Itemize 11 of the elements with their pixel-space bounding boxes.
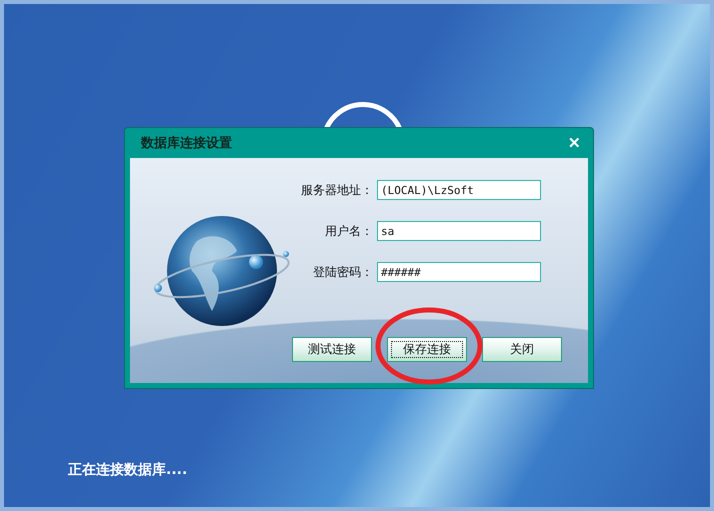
dialog-button[interactable]: 测试连接 <box>292 337 372 362</box>
input-field[interactable]: ###### <box>377 262 541 282</box>
input-field[interactable]: (LOCAL)\LzSoft <box>377 180 541 200</box>
field-label: 登陆密码： <box>313 264 373 280</box>
dialog-button[interactable]: 关闭 <box>482 337 562 362</box>
field-label: 服务器地址： <box>301 182 373 198</box>
status-text: 正在连接数据库.... <box>68 461 188 479</box>
dialog-title: 数据库连接设置 <box>141 134 232 152</box>
field-label: 用户名： <box>325 222 373 240</box>
input-field[interactable]: sa <box>377 221 541 241</box>
dialog-button[interactable]: 保存连接 <box>387 337 467 362</box>
